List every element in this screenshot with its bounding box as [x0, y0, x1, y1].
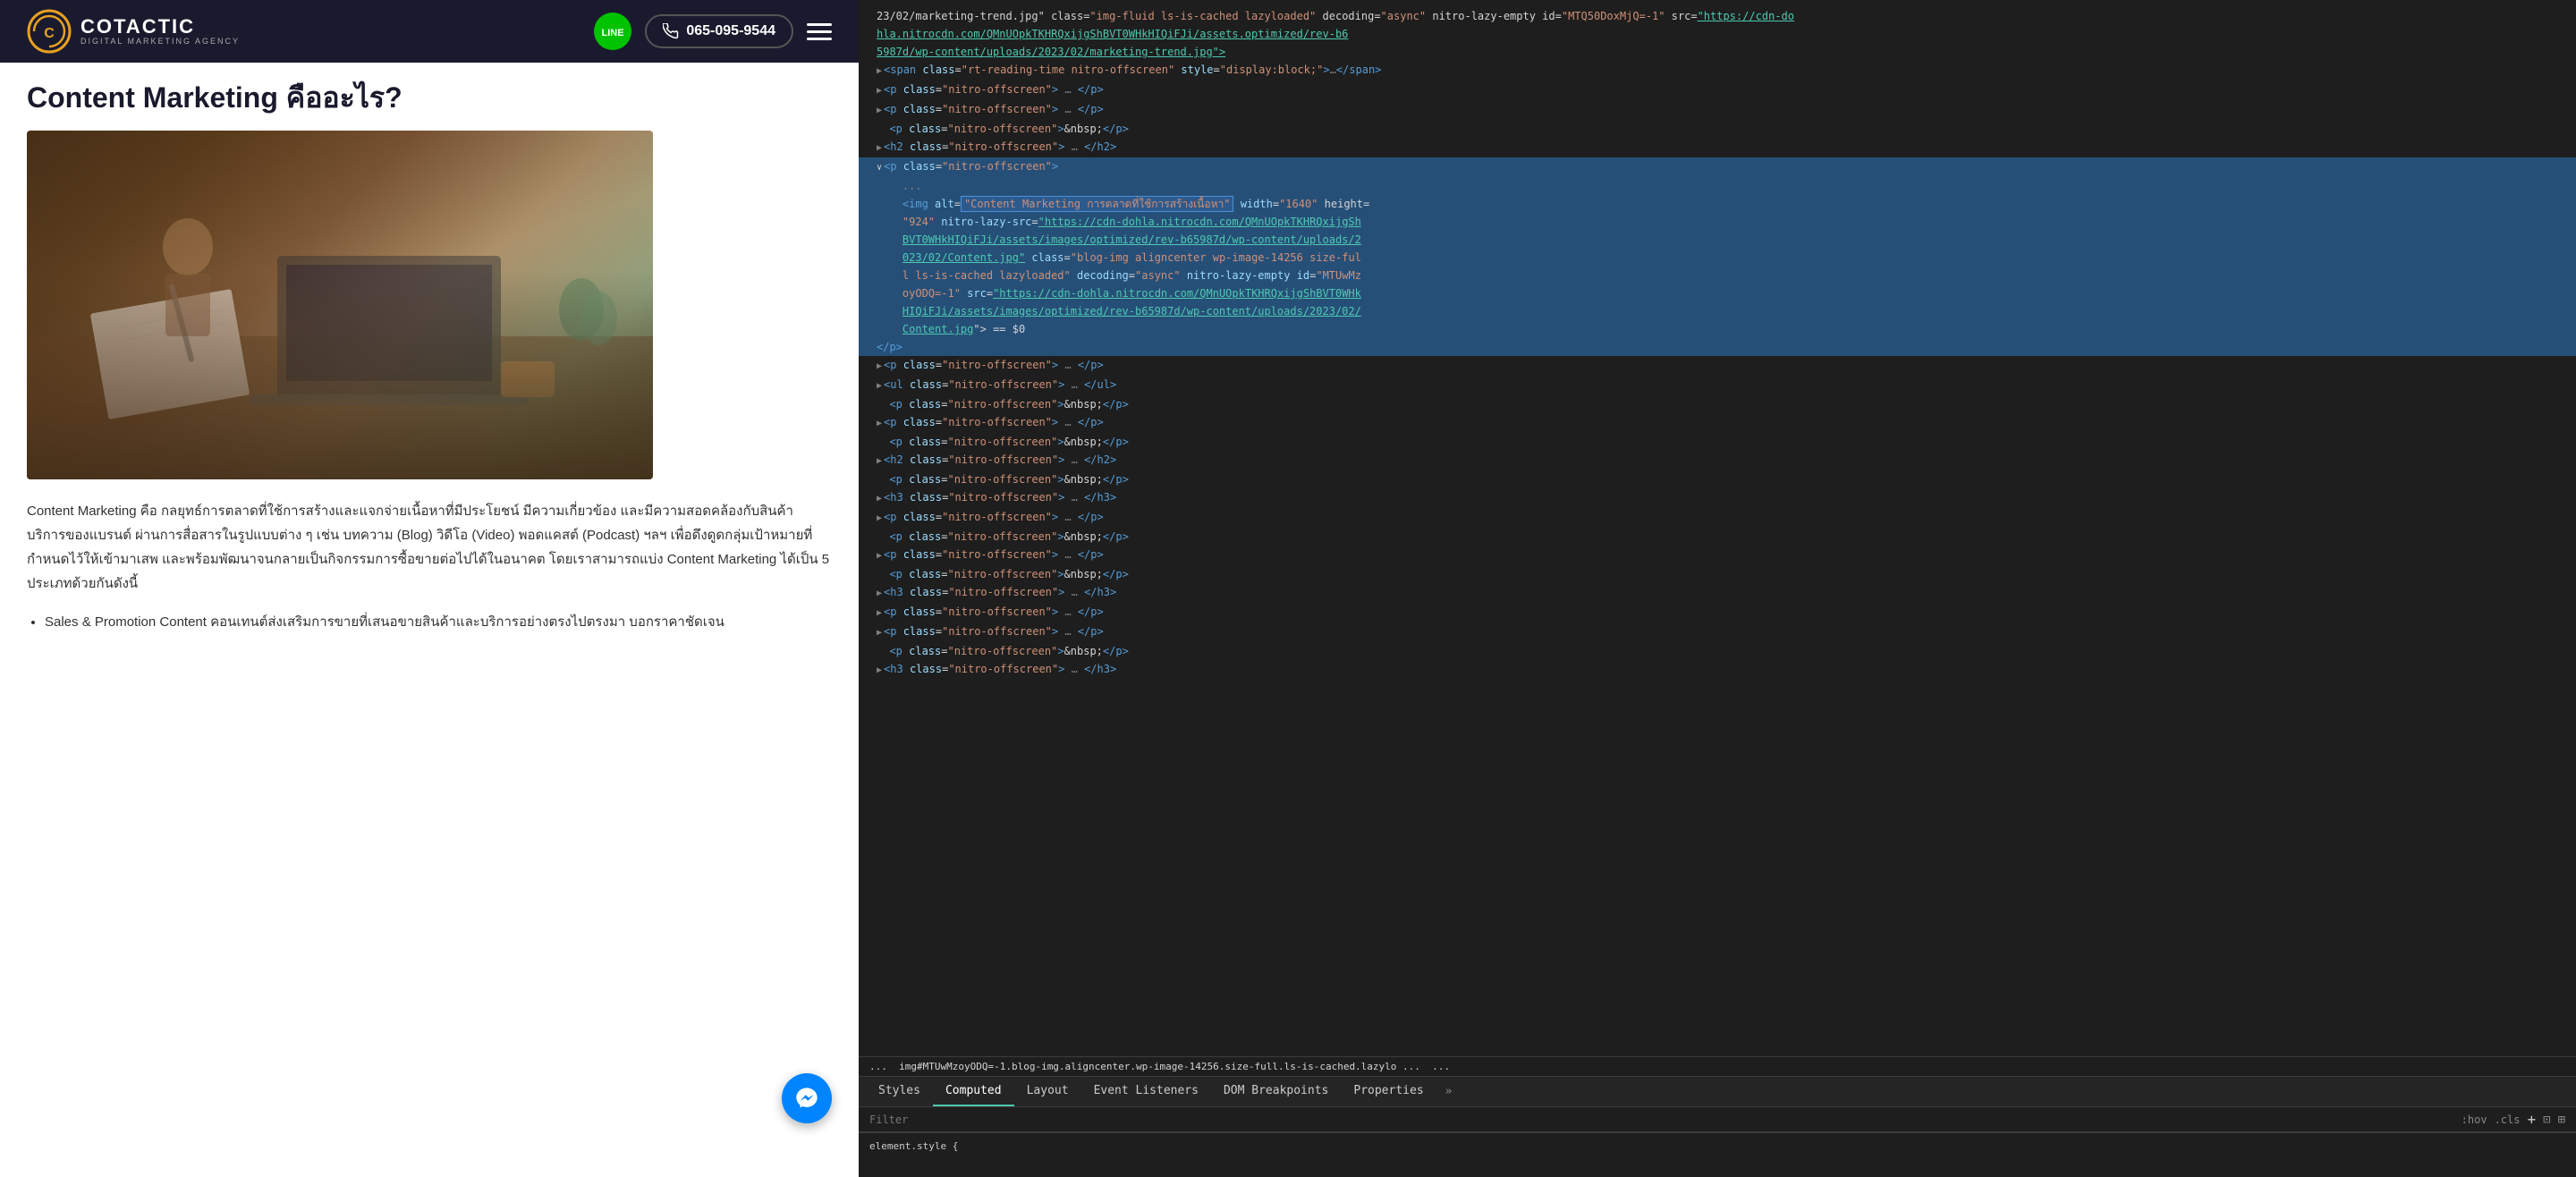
list-item-text: Sales & Promotion Content คอนเทนต์ส่งเสร… [45, 614, 724, 630]
header-right: LINE 065-095-9544 [594, 13, 832, 50]
dom-line-p-nbsp3: <p class="nitro-offscreen">&nbsp;</p> [859, 433, 2576, 451]
site-content: Content Marketing คืออะไร? [0, 63, 859, 1177]
dom-line-p8: ▶<p class="nitro-offscreen"> … </p> [859, 622, 2576, 642]
filter-icon-1[interactable]: ⊡ [2543, 1113, 2550, 1127]
dom-line-dots: ... [859, 177, 2576, 195]
dom-line-img-7: HIQiFJi/assets/images/optimized/rev-b659… [859, 302, 2576, 320]
dom-line-2: hla.nitrocdn.com/QMnUOpkTKHRQxijgShBVT0W… [859, 25, 2576, 43]
line-button[interactable]: LINE [594, 13, 631, 50]
phone-button[interactable]: 065-095-9544 [645, 14, 793, 48]
dom-line-img-8: Content.jpg"> == $0 [859, 320, 2576, 338]
dom-line-h3-3: ▶<h3 class="nitro-offscreen"> … </h3> [859, 660, 2576, 680]
dom-line-img-5: l ls-is-cached lazyloaded" decoding="asy… [859, 267, 2576, 284]
dom-line-img-4: 023/02/Content.jpg" class="blog-img alig… [859, 249, 2576, 267]
devtools-bottom: ... img#MTUwMzoyODQ=-1.blog-img.aligncen… [859, 1056, 2576, 1177]
list-item: Sales & Promotion Content คอนเทนต์ส่งเสร… [45, 610, 832, 634]
dom-line-1: 23/02/marketing-trend.jpg" class="img-fl… [859, 7, 2576, 25]
phone-icon [663, 23, 679, 39]
tab-event-listeners[interactable]: Event Listeners [1081, 1077, 1211, 1106]
content-list: Sales & Promotion Content คอนเทนต์ส่งเสร… [45, 610, 832, 634]
filter-controls: :hov .cls + ⊡ ⊞ [2462, 1111, 2565, 1128]
devtools-panel: 23/02/marketing-trend.jpg" class="img-fl… [859, 0, 2576, 1177]
dom-line-p3: ▶<p class="nitro-offscreen"> … </p> [859, 356, 2576, 376]
chat-fab-button[interactable] [782, 1073, 832, 1123]
dom-line-p6: ▶<p class="nitro-offscreen"> … </p> [859, 546, 2576, 565]
dom-line-p1: ▶<p class="nitro-offscreen"> … </p> [859, 80, 2576, 100]
site-header: C COTACTIC DIGITAL MARKETING AGENCY LINE… [0, 0, 859, 63]
menu-hamburger[interactable] [807, 23, 832, 40]
dom-line-img-start[interactable]: <img alt="Content Marketing การตลาดที่ใช… [859, 195, 2576, 213]
dom-tree[interactable]: 23/02/marketing-trend.jpg" class="img-fl… [859, 0, 2576, 1056]
logo-name: COTACTIC [80, 17, 240, 37]
tab-properties[interactable]: Properties [1341, 1077, 1436, 1106]
dom-line-p-nbsp6: <p class="nitro-offscreen">&nbsp;</p> [859, 565, 2576, 583]
hamburger-line-1 [807, 23, 832, 26]
dom-line-3: 5987d/wp-content/uploads/2023/02/marketi… [859, 43, 2576, 61]
element-style: element.style { [869, 1140, 2565, 1152]
messenger-icon [794, 1086, 819, 1111]
dom-line-p2: ▶<p class="nitro-offscreen"> … </p> [859, 100, 2576, 120]
hero-image [27, 131, 653, 479]
filter-input[interactable] [869, 1113, 2453, 1126]
tab-more[interactable]: » [1436, 1078, 1462, 1105]
dom-line-h3-1: ▶<h3 class="nitro-offscreen"> … </h3> [859, 488, 2576, 508]
content-paragraph: Content Marketing คือ กลยุทธ์การตลาดที่ใ… [27, 499, 832, 596]
img-alt-highlighted: "Content Marketing การตลาดที่ใช้การสร้าง… [961, 196, 1234, 212]
hamburger-line-2 [807, 30, 832, 33]
logo-subtitle: DIGITAL MARKETING AGENCY [80, 37, 240, 46]
filter-icon-2[interactable]: ⊞ [2558, 1113, 2565, 1127]
devtools-breadcrumb: ... img#MTUwMzoyODQ=-1.blog-img.aligncen… [859, 1057, 2576, 1077]
dom-line-span: ▶<span class="rt-reading-time nitro-offs… [859, 61, 2576, 80]
dom-line-p-close: </p> [859, 338, 2576, 356]
dom-line-p-nbsp2: <p class="nitro-offscreen">&nbsp;</p> [859, 395, 2576, 413]
dom-line-img-6: oyODQ=-1" src="https://cdn-dohla.nitrocd… [859, 284, 2576, 302]
page-title: Content Marketing คืออะไร? [27, 80, 832, 114]
filter-hov[interactable]: :hov [2462, 1113, 2487, 1126]
dom-line-img-2: "924" nitro-lazy-src="https://cdn-dohla.… [859, 213, 2576, 231]
filter-plus[interactable]: + [2527, 1111, 2536, 1128]
tab-dom-breakpoints[interactable]: DOM Breakpoints [1211, 1077, 1341, 1106]
dom-line-h2: ▶<h2 class="nitro-offscreen"> … </h2> [859, 138, 2576, 157]
logo-text-block: COTACTIC DIGITAL MARKETING AGENCY [80, 17, 240, 46]
dom-line-p-nbsp5: <p class="nitro-offscreen">&nbsp;</p> [859, 528, 2576, 546]
cotactic-logo-icon: C [27, 9, 72, 54]
dom-line-p-nbsp4: <p class="nitro-offscreen">&nbsp;</p> [859, 470, 2576, 488]
dom-line-p-nbsp7: <p class="nitro-offscreen">&nbsp;</p> [859, 642, 2576, 660]
dom-line-h2-2: ▶<h2 class="nitro-offscreen"> … </h2> [859, 451, 2576, 470]
devtools-styles-area: element.style { [859, 1132, 2576, 1177]
svg-text:LINE: LINE [602, 28, 623, 38]
devtools-tabs: Styles Computed Layout Event Listeners D… [859, 1077, 2576, 1107]
dom-line-p7: ▶<p class="nitro-offscreen"> … </p> [859, 603, 2576, 622]
dom-line-ul: ▶<ul class="nitro-offscreen"> … </ul> [859, 376, 2576, 395]
dom-line-p-open[interactable]: ∨<p class="nitro-offscreen"> [859, 157, 2576, 177]
tab-computed[interactable]: Computed [933, 1077, 1014, 1106]
website-panel: C COTACTIC DIGITAL MARKETING AGENCY LINE… [0, 0, 859, 1177]
phone-number: 065-095-9544 [686, 23, 775, 39]
dom-line-p5: ▶<p class="nitro-offscreen"> … </p> [859, 508, 2576, 528]
dom-line-img-3: BVT0WHkHIQiFJi/assets/images/optimized/r… [859, 231, 2576, 249]
dom-line-p4: ▶<p class="nitro-offscreen"> … </p> [859, 413, 2576, 433]
tab-layout[interactable]: Layout [1014, 1077, 1081, 1106]
hero-desk-gradient [27, 270, 653, 479]
devtools-filter-row: :hov .cls + ⊡ ⊞ [859, 1107, 2576, 1132]
breadcrumb-text: img#MTUwMzoyODQ=-1.blog-img.aligncenter.… [899, 1061, 1420, 1072]
tab-styles[interactable]: Styles [866, 1077, 933, 1106]
dom-line-p-nbsp1: <p class="nitro-offscreen">&nbsp;</p> [859, 120, 2576, 138]
line-icon: LINE [602, 21, 623, 42]
svg-text:C: C [44, 26, 55, 41]
logo-area: C COTACTIC DIGITAL MARKETING AGENCY [27, 9, 240, 54]
filter-cls[interactable]: .cls [2495, 1113, 2521, 1126]
dom-line-h3-2: ▶<h3 class="nitro-offscreen"> … </h3> [859, 583, 2576, 603]
hamburger-line-3 [807, 38, 832, 40]
